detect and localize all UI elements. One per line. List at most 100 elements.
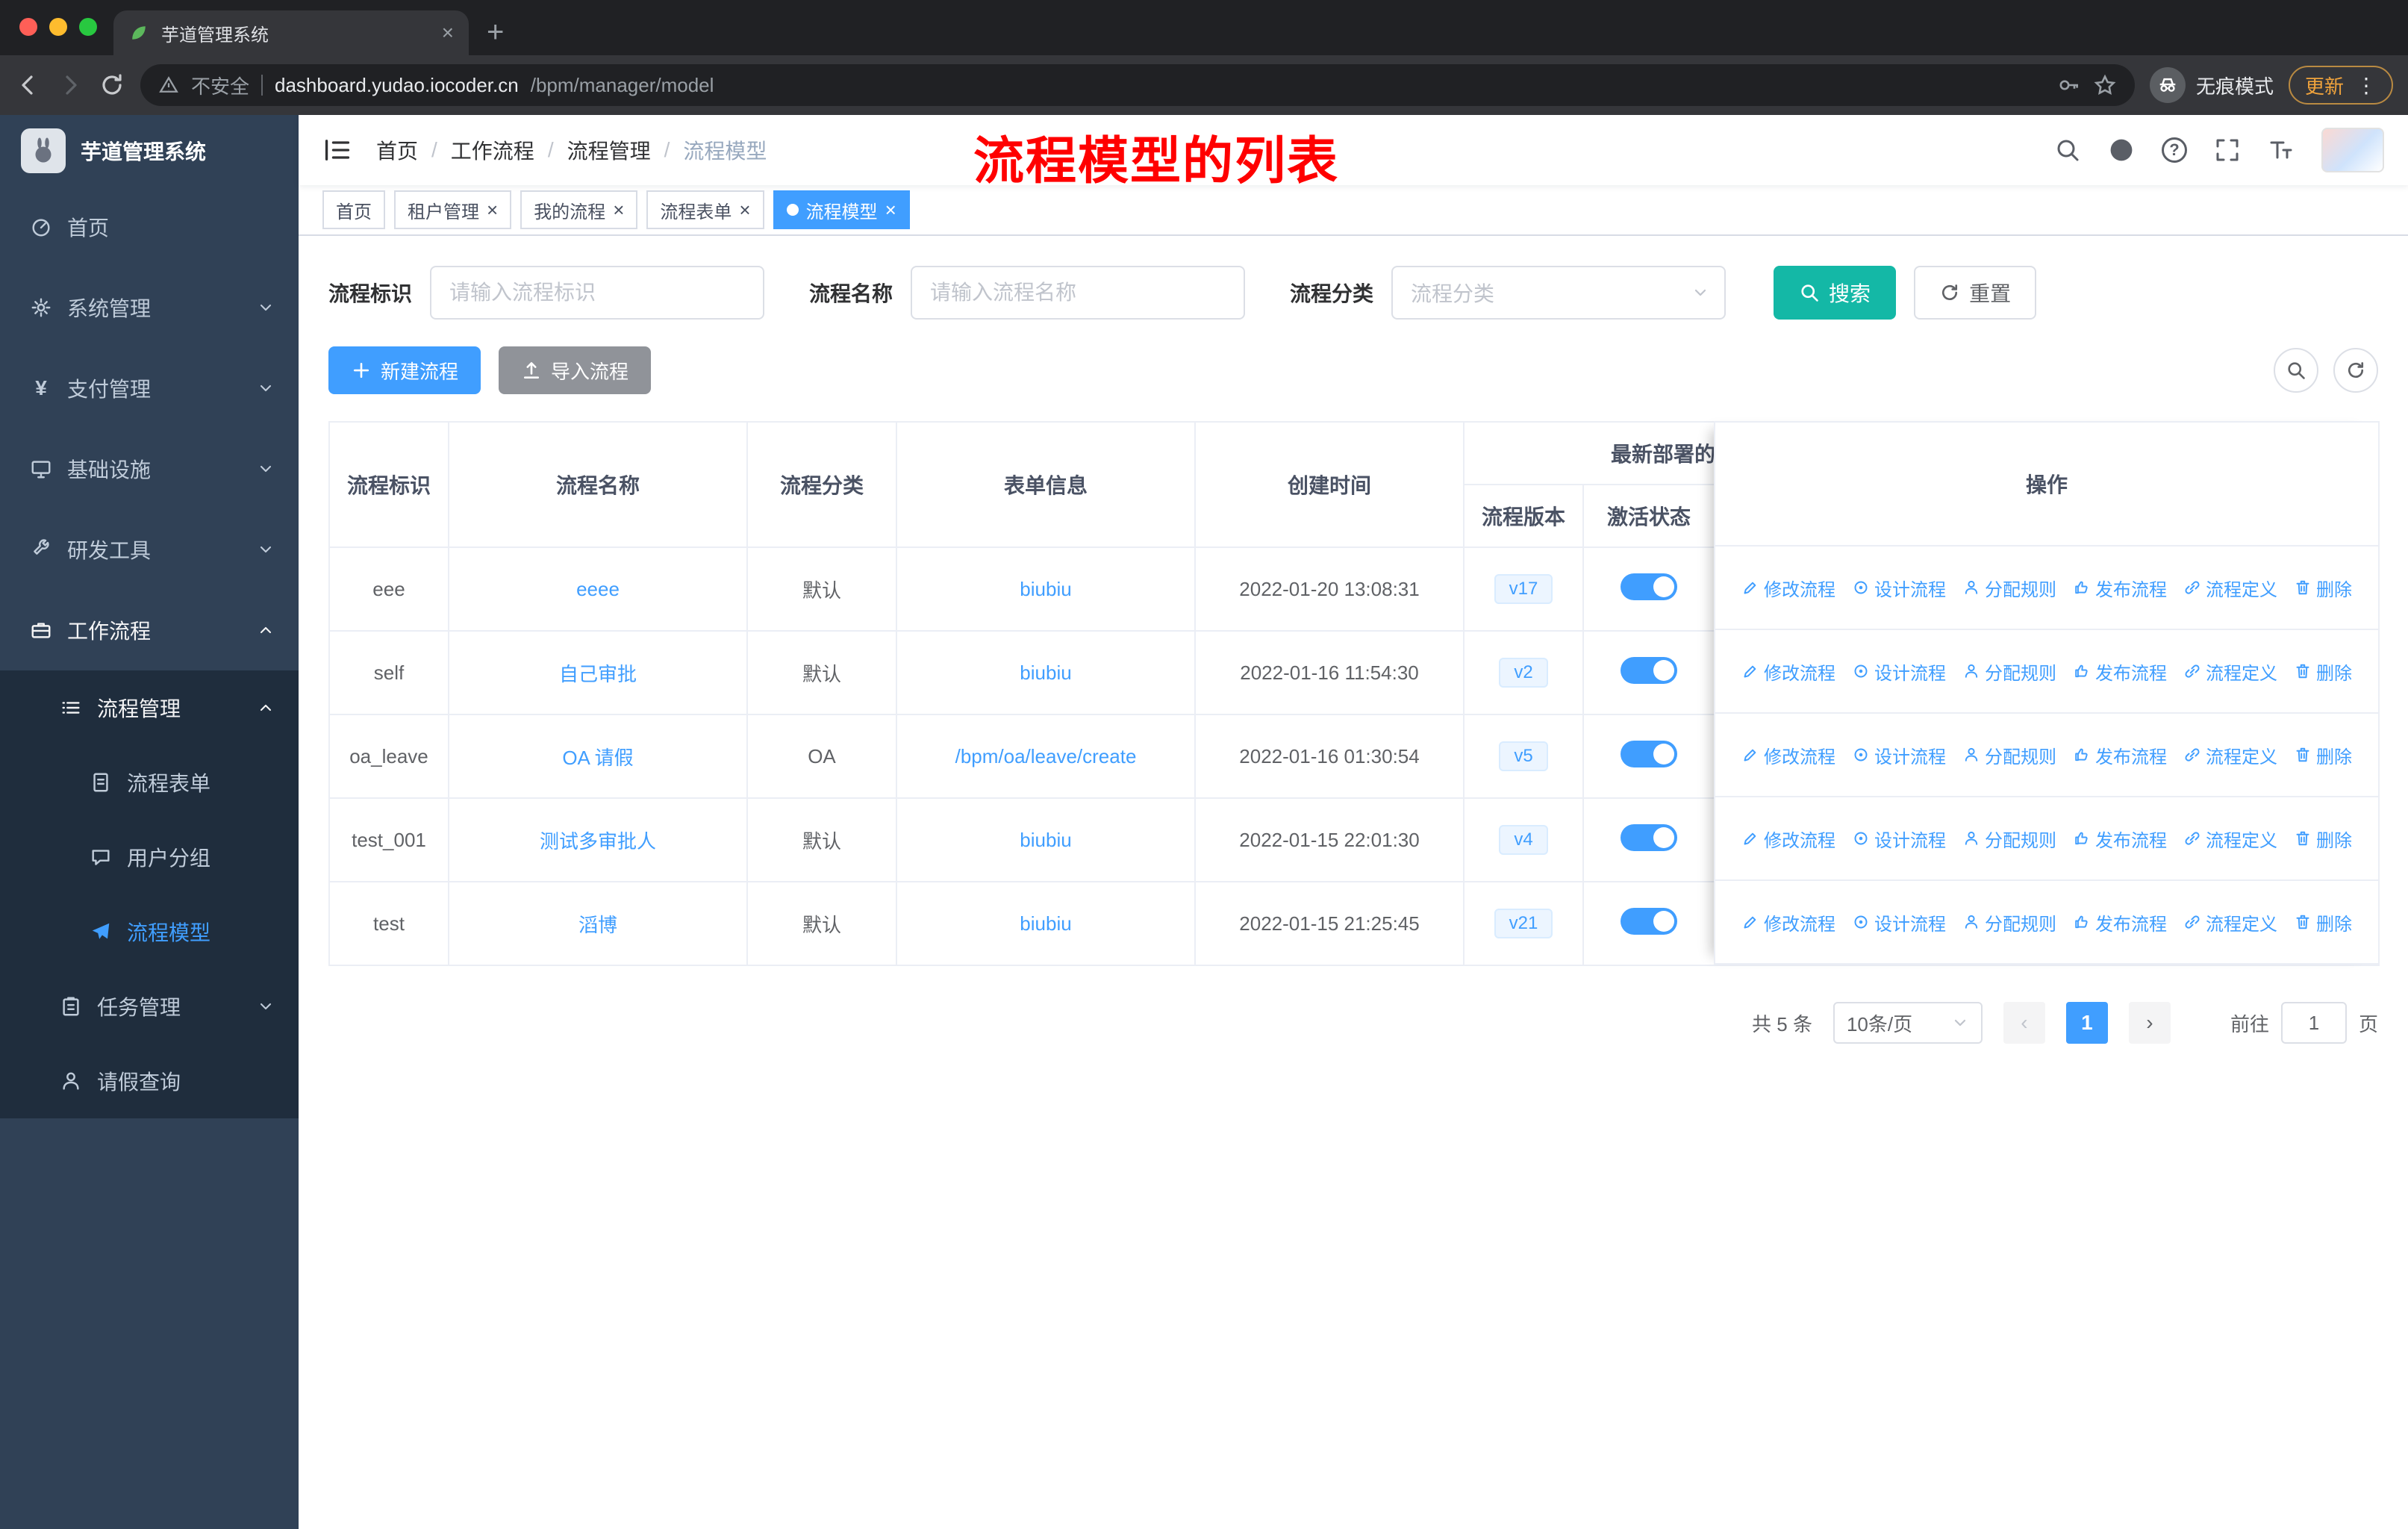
form-info-link[interactable]: biubiu [1020, 661, 1071, 684]
process-definition-link[interactable]: 流程定义 [2183, 909, 2277, 935]
fullscreen-icon[interactable] [2214, 137, 2241, 164]
deploy-process-link[interactable]: 发布流程 [2073, 826, 2167, 852]
process-name-link[interactable]: 滔博 [578, 914, 617, 936]
address-bar[interactable]: 不安全 dashboard.yudao.iocoder.cn/bpm/manag… [140, 64, 2135, 106]
breadcrumb-workflow[interactable]: 工作流程 [451, 135, 534, 165]
show-search-button[interactable] [2274, 348, 2318, 393]
sidebar-item-system[interactable]: 系统管理 [0, 267, 299, 348]
sidebar-item-devtools[interactable]: 研发工具 [0, 509, 299, 590]
process-name-input[interactable] [911, 266, 1246, 320]
design-process-link[interactable]: 设计流程 [1852, 658, 1946, 685]
process-name-link[interactable]: eeee [576, 578, 620, 600]
design-process-link[interactable]: 设计流程 [1852, 826, 1946, 852]
design-process-link[interactable]: 设计流程 [1852, 742, 1946, 768]
deploy-process-link[interactable]: 发布流程 [2073, 658, 2167, 685]
sidebar-item-payment[interactable]: ¥ 支付管理 [0, 348, 299, 429]
user-avatar[interactable] [2321, 128, 2384, 172]
forward-icon[interactable] [57, 72, 84, 99]
process-definition-link[interactable]: 流程定义 [2183, 742, 2277, 768]
prev-page-button[interactable]: ‹ [2003, 1002, 2045, 1044]
tag-close-icon[interactable]: × [739, 200, 750, 219]
tag-close-icon[interactable]: × [613, 200, 624, 219]
process-key-input[interactable] [430, 266, 765, 320]
assign-rule-link[interactable]: 分配规则 [1962, 742, 2056, 768]
process-name-link[interactable]: 测试多审批人 [540, 830, 656, 853]
tag-close-icon[interactable]: × [487, 200, 498, 219]
sidebar-item-process-model[interactable]: 流程模型 [0, 894, 299, 969]
design-process-link[interactable]: 设计流程 [1852, 909, 1946, 935]
assign-rule-link[interactable]: 分配规则 [1962, 575, 2056, 601]
tag-item[interactable]: 流程表单 × [646, 190, 764, 229]
refresh-table-button[interactable] [2333, 348, 2378, 393]
search-button[interactable]: 搜索 [1774, 266, 1897, 320]
process-definition-link[interactable]: 流程定义 [2183, 575, 2277, 601]
reset-button[interactable]: 重置 [1914, 266, 2037, 320]
form-info-link[interactable]: biubiu [1020, 578, 1071, 600]
assign-rule-link[interactable]: 分配规则 [1962, 826, 2056, 852]
form-info-link[interactable]: biubiu [1020, 912, 1071, 935]
process-name-link[interactable]: 自己审批 [559, 663, 637, 685]
browser-tab[interactable]: 芋道管理系统 × [113, 10, 469, 55]
category-select[interactable]: 流程分类 [1391, 266, 1727, 320]
app-logo[interactable]: 芋道管理系统 [0, 115, 299, 187]
search-icon[interactable] [2054, 137, 2081, 164]
modify-process-link[interactable]: 修改流程 [1741, 658, 1835, 685]
reload-icon[interactable] [99, 72, 125, 99]
deploy-process-link[interactable]: 发布流程 [2073, 909, 2167, 935]
password-key-icon[interactable] [2057, 73, 2081, 97]
active-toggle[interactable] [1621, 907, 1677, 935]
deploy-process-link[interactable]: 发布流程 [2073, 742, 2167, 768]
new-tab-button[interactable]: + [469, 16, 522, 55]
process-definition-link[interactable]: 流程定义 [2183, 826, 2277, 852]
page-1-button[interactable]: 1 [2065, 1002, 2108, 1044]
tag-item[interactable]: 首页 × [322, 190, 385, 229]
assign-rule-link[interactable]: 分配规则 [1962, 909, 2056, 935]
design-process-link[interactable]: 设计流程 [1852, 575, 1946, 601]
active-toggle[interactable] [1621, 656, 1677, 684]
form-info-link[interactable]: /bpm/oa/leave/create [955, 745, 1137, 767]
security-label[interactable]: 不安全 [191, 72, 249, 99]
delete-link[interactable]: 删除 [2294, 826, 2352, 852]
next-page-button[interactable]: › [2128, 1002, 2171, 1044]
process-name-link[interactable]: OA 请假 [562, 747, 633, 769]
sidebar-item-task-management[interactable]: 任务管理 [0, 969, 299, 1044]
modify-process-link[interactable]: 修改流程 [1741, 575, 1835, 601]
window-minimize-button[interactable] [49, 18, 67, 36]
assign-rule-link[interactable]: 分配规则 [1962, 658, 2056, 685]
modify-process-link[interactable]: 修改流程 [1741, 909, 1835, 935]
url-path[interactable]: /bpm/manager/model [531, 74, 714, 97]
delete-link[interactable]: 删除 [2294, 575, 2352, 601]
browser-update-button[interactable]: 更新 ⋮ [2288, 66, 2393, 105]
sidebar-item-user-group[interactable]: 用户分组 [0, 820, 299, 894]
sidebar-collapse-icon[interactable] [322, 135, 352, 165]
bookmark-star-icon[interactable] [2093, 73, 2117, 97]
deploy-process-link[interactable]: 发布流程 [2073, 575, 2167, 601]
window-zoom-button[interactable] [79, 18, 97, 36]
sidebar-item-home[interactable]: 首页 [0, 187, 299, 267]
delete-link[interactable]: 删除 [2294, 742, 2352, 768]
tag-close-icon[interactable]: × [885, 200, 896, 219]
breadcrumb-home[interactable]: 首页 [376, 135, 418, 165]
goto-page-input[interactable] [2280, 1002, 2347, 1044]
url-domain[interactable]: dashboard.yudao.iocoder.cn [275, 74, 519, 97]
font-size-icon[interactable] [2268, 137, 2295, 164]
delete-link[interactable]: 删除 [2294, 658, 2352, 685]
active-toggle[interactable] [1621, 573, 1677, 600]
modify-process-link[interactable]: 修改流程 [1741, 826, 1835, 852]
help-icon[interactable]: ? [2162, 137, 2187, 163]
sidebar-item-process-management[interactable]: 流程管理 [0, 670, 299, 745]
import-process-button[interactable]: 导入流程 [499, 346, 652, 394]
tag-item[interactable]: 流程模型 × [773, 190, 910, 229]
active-toggle[interactable] [1621, 740, 1677, 767]
modify-process-link[interactable]: 修改流程 [1741, 742, 1835, 768]
delete-link[interactable]: 删除 [2294, 909, 2352, 935]
tab-close-icon[interactable]: × [442, 22, 454, 43]
back-icon[interactable] [15, 72, 42, 99]
tag-item[interactable]: 我的流程 × [520, 190, 638, 229]
sidebar-item-process-form[interactable]: 流程表单 [0, 745, 299, 820]
tag-item[interactable]: 租户管理 × [394, 190, 512, 229]
sidebar-item-workflow[interactable]: 工作流程 [0, 590, 299, 670]
browser-menu-icon[interactable]: ⋮ [2356, 73, 2377, 98]
github-icon[interactable] [2108, 137, 2135, 164]
form-info-link[interactable]: biubiu [1020, 829, 1071, 851]
